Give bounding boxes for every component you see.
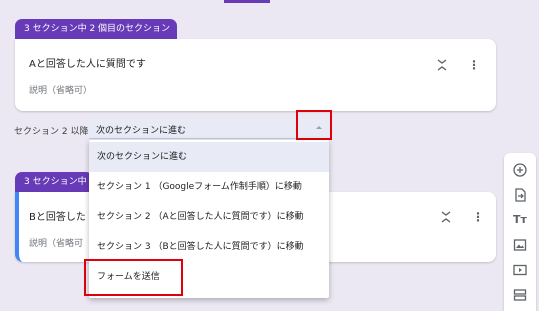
after-section-label: セクション 2 以降 xyxy=(14,127,89,137)
import-questions-icon[interactable] xyxy=(512,187,528,203)
more-vert-icon[interactable]: ⋮ xyxy=(471,210,485,224)
add-section-icon[interactable] xyxy=(512,287,528,303)
more-vert-icon[interactable]: ⋮ xyxy=(467,58,481,72)
menu-item-go-to-section-3[interactable]: セクション 3 （Bと回答した人に質問です）に移動 xyxy=(89,232,329,262)
side-toolbar: Tт xyxy=(504,153,536,311)
add-video-icon[interactable] xyxy=(512,262,528,278)
active-tab-indicator xyxy=(224,0,270,3)
menu-item-go-to-section-1[interactable]: セクション 1 （Googleフォーム作制手順）に移動 xyxy=(89,172,329,202)
menu-item-go-to-section-2[interactable]: セクション 2 （Aと回答した人に質問です）に移動 xyxy=(89,202,329,232)
section-2-card[interactable]: Aと回答した人に質問です 説明（省略可） ⋮ xyxy=(15,39,496,111)
add-image-icon[interactable] xyxy=(512,237,528,253)
after-section-dropdown[interactable]: 次のセクションに進む xyxy=(89,119,329,139)
section-3-description[interactable]: 説明（省略可 xyxy=(29,236,83,249)
caret-highlight-box xyxy=(296,110,332,140)
submit-highlight-box xyxy=(84,259,183,296)
section-3-title[interactable]: Bと回答した xyxy=(29,208,86,223)
menu-item-next-section[interactable]: 次のセクションに進む xyxy=(89,142,329,172)
dropdown-selected-value: 次のセクションに進む xyxy=(96,126,187,136)
section-2-description[interactable]: 説明（省略可） xyxy=(29,83,92,96)
add-title-icon[interactable]: Tт xyxy=(512,212,528,228)
collapse-icon[interactable] xyxy=(439,210,453,224)
section-2-title[interactable]: Aと回答した人に質問です xyxy=(29,55,146,70)
section-3-tab: 3 セクション中 xyxy=(15,172,93,192)
collapse-icon[interactable] xyxy=(435,58,449,72)
section-2-tab: 3 セクション中 2 個目のセクション xyxy=(15,19,177,39)
add-question-icon[interactable] xyxy=(512,162,528,178)
